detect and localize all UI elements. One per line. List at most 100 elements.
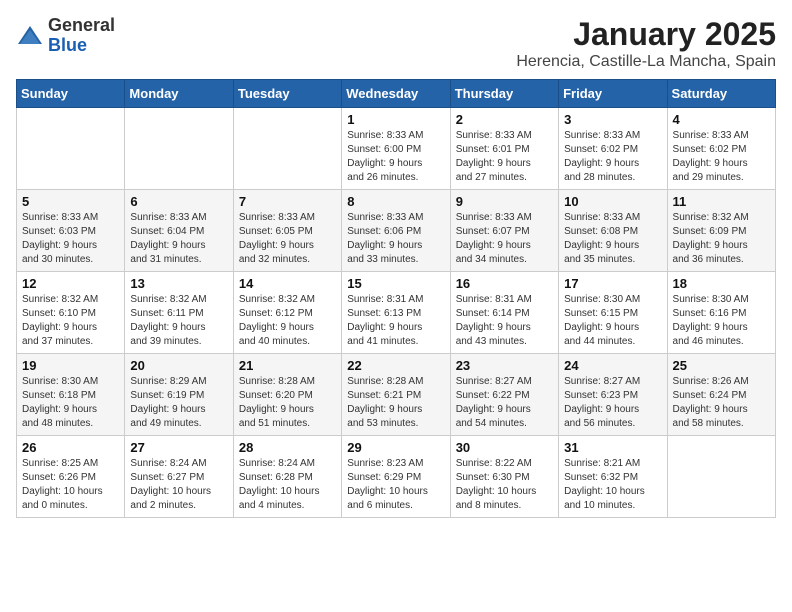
- calendar-subtitle: Herencia, Castille-La Mancha, Spain: [516, 53, 776, 71]
- day-number: 2: [456, 112, 553, 127]
- header: General Blue January 2025 Herencia, Cast…: [16, 16, 776, 71]
- day-info: Sunrise: 8:30 AM Sunset: 6:18 PM Dayligh…: [22, 375, 119, 431]
- day-info: Sunrise: 8:30 AM Sunset: 6:15 PM Dayligh…: [564, 293, 661, 349]
- calendar-week-row: 19 Sunrise: 8:30 AM Sunset: 6:18 PM Dayli…: [17, 354, 776, 436]
- calendar-cell: [667, 436, 775, 518]
- calendar-cell: 12 Sunrise: 8:32 AM Sunset: 6:10 PM Dayli…: [17, 272, 125, 354]
- day-number: 27: [130, 440, 227, 455]
- day-number: 12: [22, 276, 119, 291]
- day-number: 3: [564, 112, 661, 127]
- page-container: General Blue January 2025 Herencia, Cast…: [16, 16, 776, 518]
- day-number: 31: [564, 440, 661, 455]
- day-info: Sunrise: 8:33 AM Sunset: 6:05 PM Dayligh…: [239, 211, 336, 267]
- calendar-cell: 25 Sunrise: 8:26 AM Sunset: 6:24 PM Dayli…: [667, 354, 775, 436]
- day-info: Sunrise: 8:24 AM Sunset: 6:27 PM Dayligh…: [130, 457, 227, 513]
- calendar-cell: 7 Sunrise: 8:33 AM Sunset: 6:05 PM Daylig…: [233, 190, 341, 272]
- day-info: Sunrise: 8:33 AM Sunset: 6:04 PM Dayligh…: [130, 211, 227, 267]
- day-number: 24: [564, 358, 661, 373]
- day-number: 9: [456, 194, 553, 209]
- day-number: 15: [347, 276, 444, 291]
- title-area: January 2025 Herencia, Castille-La Manch…: [516, 16, 776, 71]
- col-saturday: Saturday: [667, 80, 775, 108]
- day-number: 25: [673, 358, 770, 373]
- calendar-cell: 30 Sunrise: 8:22 AM Sunset: 6:30 PM Dayli…: [450, 436, 558, 518]
- day-number: 26: [22, 440, 119, 455]
- calendar-cell: 28Sunrise: 8:24 AM Sunset: 6:28 PM Dayli…: [233, 436, 341, 518]
- day-number: 30: [456, 440, 553, 455]
- day-info: Sunrise: 8:31 AM Sunset: 6:13 PM Dayligh…: [347, 293, 444, 349]
- day-info: Sunrise: 8:28 AM Sunset: 6:20 PM Dayligh…: [239, 375, 336, 431]
- day-info: Sunrise: 8:32 AM Sunset: 6:12 PM Dayligh…: [239, 293, 336, 349]
- calendar-cell: 4 Sunrise: 8:33 AM Sunset: 6:02 PM Daylig…: [667, 108, 775, 190]
- day-number: 1: [347, 112, 444, 127]
- calendar-cell: 21 Sunrise: 8:28 AM Sunset: 6:20 PM Dayli…: [233, 354, 341, 436]
- day-number: 10: [564, 194, 661, 209]
- day-number: 20: [130, 358, 227, 373]
- calendar-cell: [17, 108, 125, 190]
- calendar-cell: 8Sunrise: 8:33 AM Sunset: 6:06 PM Daylig…: [342, 190, 450, 272]
- calendar-cell: 5 Sunrise: 8:33 AM Sunset: 6:03 PM Daylig…: [17, 190, 125, 272]
- calendar-title: January 2025: [516, 16, 776, 53]
- calendar-table: Sunday Monday Tuesday Wednesday Thursday…: [16, 79, 776, 518]
- day-info: Sunrise: 8:27 AM Sunset: 6:23 PM Dayligh…: [564, 375, 661, 431]
- calendar-cell: 29 Sunrise: 8:23 AM Sunset: 6:29 PM Dayli…: [342, 436, 450, 518]
- calendar-cell: 20Sunrise: 8:29 AM Sunset: 6:19 PM Dayli…: [125, 354, 233, 436]
- day-number: 6: [130, 194, 227, 209]
- calendar-cell: 1 Sunrise: 8:33 AM Sunset: 6:00 PM Daylig…: [342, 108, 450, 190]
- day-number: 8: [347, 194, 444, 209]
- day-info: Sunrise: 8:33 AM Sunset: 6:03 PM Dayligh…: [22, 211, 119, 267]
- calendar-cell: 27 Sunrise: 8:24 AM Sunset: 6:27 PM Dayli…: [125, 436, 233, 518]
- calendar-cell: 23 Sunrise: 8:27 AM Sunset: 6:22 PM Dayli…: [450, 354, 558, 436]
- col-thursday: Thursday: [450, 80, 558, 108]
- day-number: 29: [347, 440, 444, 455]
- logo-blue: Blue: [48, 35, 87, 55]
- calendar-week-row: 5 Sunrise: 8:33 AM Sunset: 6:03 PM Daylig…: [17, 190, 776, 272]
- col-friday: Friday: [559, 80, 667, 108]
- calendar-cell: 19 Sunrise: 8:30 AM Sunset: 6:18 PM Dayli…: [17, 354, 125, 436]
- day-info: Sunrise: 8:33 AM Sunset: 6:08 PM Dayligh…: [564, 211, 661, 267]
- day-info: Sunrise: 8:33 AM Sunset: 6:02 PM Dayligh…: [673, 129, 770, 185]
- calendar-header-row: Sunday Monday Tuesday Wednesday Thursday…: [17, 80, 776, 108]
- day-info: Sunrise: 8:21 AM Sunset: 6:32 PM Dayligh…: [564, 457, 661, 513]
- day-number: 7: [239, 194, 336, 209]
- day-info: Sunrise: 8:33 AM Sunset: 6:07 PM Dayligh…: [456, 211, 553, 267]
- calendar-cell: 16Sunrise: 8:31 AM Sunset: 6:14 PM Dayli…: [450, 272, 558, 354]
- calendar-cell: 24 Sunrise: 8:27 AM Sunset: 6:23 PM Dayli…: [559, 354, 667, 436]
- calendar-week-row: 26 Sunrise: 8:25 AM Sunset: 6:26 PM Dayli…: [17, 436, 776, 518]
- day-info: Sunrise: 8:32 AM Sunset: 6:10 PM Dayligh…: [22, 293, 119, 349]
- day-info: Sunrise: 8:33 AM Sunset: 6:01 PM Dayligh…: [456, 129, 553, 185]
- day-number: 21: [239, 358, 336, 373]
- col-sunday: Sunday: [17, 80, 125, 108]
- calendar-cell: 6 Sunrise: 8:33 AM Sunset: 6:04 PM Daylig…: [125, 190, 233, 272]
- calendar-cell: 2 Sunrise: 8:33 AM Sunset: 6:01 PM Daylig…: [450, 108, 558, 190]
- day-number: 23: [456, 358, 553, 373]
- col-monday: Monday: [125, 80, 233, 108]
- day-number: 4: [673, 112, 770, 127]
- calendar-cell: 26 Sunrise: 8:25 AM Sunset: 6:26 PM Dayli…: [17, 436, 125, 518]
- day-number: 17: [564, 276, 661, 291]
- day-number: 28: [239, 440, 336, 455]
- day-info: Sunrise: 8:27 AM Sunset: 6:22 PM Dayligh…: [456, 375, 553, 431]
- calendar-cell: 31 Sunrise: 8:21 AM Sunset: 6:32 PM Dayli…: [559, 436, 667, 518]
- calendar-week-row: 1 Sunrise: 8:33 AM Sunset: 6:00 PM Daylig…: [17, 108, 776, 190]
- col-wednesday: Wednesday: [342, 80, 450, 108]
- logo-general: General: [48, 15, 115, 35]
- day-number: 11: [673, 194, 770, 209]
- day-number: 5: [22, 194, 119, 209]
- day-info: Sunrise: 8:23 AM Sunset: 6:29 PM Dayligh…: [347, 457, 444, 513]
- calendar-cell: 18Sunrise: 8:30 AM Sunset: 6:16 PM Dayli…: [667, 272, 775, 354]
- calendar-cell: 17 Sunrise: 8:30 AM Sunset: 6:15 PM Dayli…: [559, 272, 667, 354]
- day-info: Sunrise: 8:31 AM Sunset: 6:14 PM Dayligh…: [456, 293, 553, 349]
- calendar-cell: 15 Sunrise: 8:31 AM Sunset: 6:13 PM Dayli…: [342, 272, 450, 354]
- calendar-cell: 13Sunrise: 8:32 AM Sunset: 6:11 PM Dayli…: [125, 272, 233, 354]
- calendar-week-row: 12 Sunrise: 8:32 AM Sunset: 6:10 PM Dayli…: [17, 272, 776, 354]
- day-info: Sunrise: 8:33 AM Sunset: 6:00 PM Dayligh…: [347, 129, 444, 185]
- day-number: 22: [347, 358, 444, 373]
- day-number: 19: [22, 358, 119, 373]
- calendar-cell: 22Sunrise: 8:28 AM Sunset: 6:21 PM Dayli…: [342, 354, 450, 436]
- day-info: Sunrise: 8:22 AM Sunset: 6:30 PM Dayligh…: [456, 457, 553, 513]
- day-number: 18: [673, 276, 770, 291]
- day-info: Sunrise: 8:26 AM Sunset: 6:24 PM Dayligh…: [673, 375, 770, 431]
- day-number: 14: [239, 276, 336, 291]
- day-info: Sunrise: 8:25 AM Sunset: 6:26 PM Dayligh…: [22, 457, 119, 513]
